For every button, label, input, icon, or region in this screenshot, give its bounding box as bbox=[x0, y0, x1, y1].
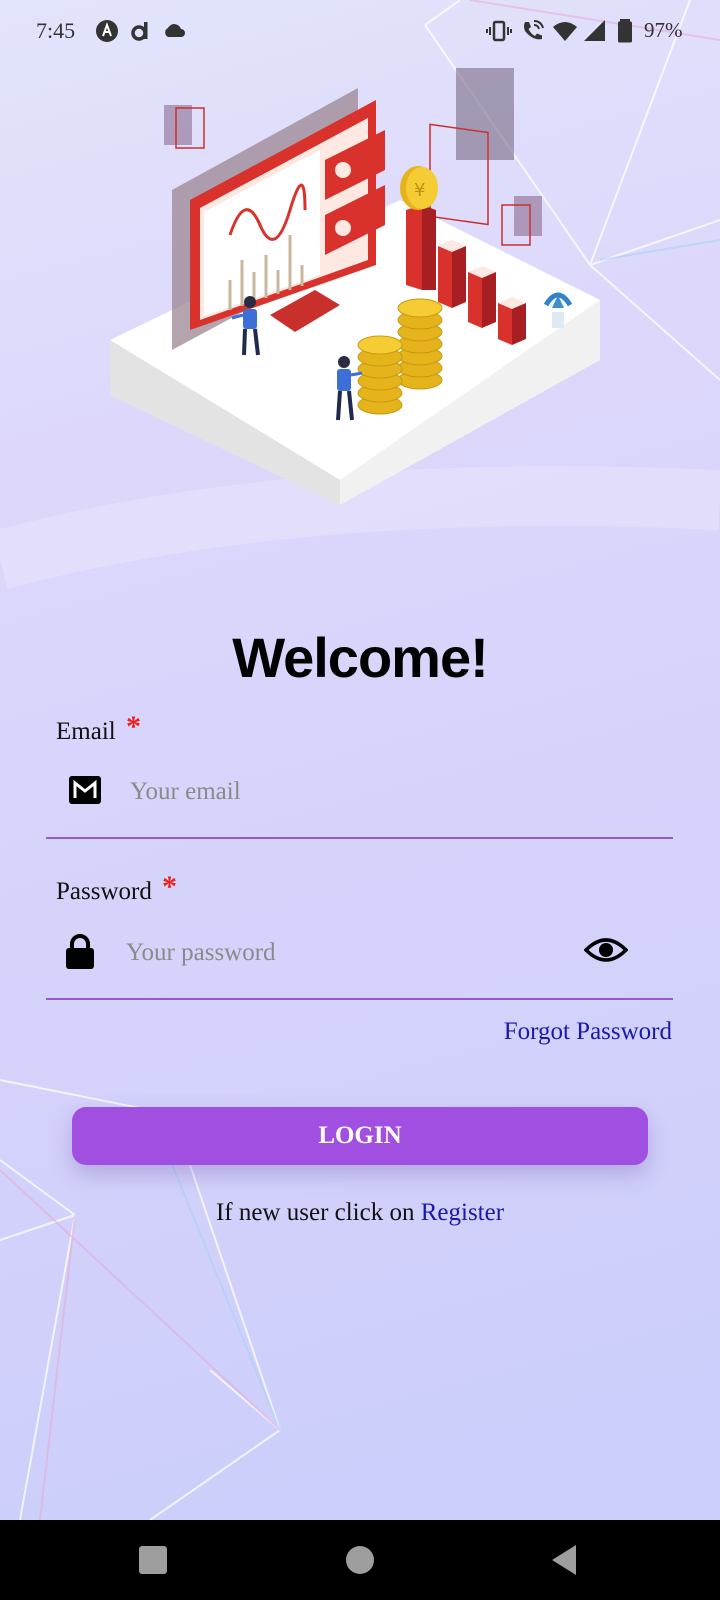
status-time: 7:45 bbox=[36, 18, 76, 43]
back-button[interactable] bbox=[546, 1540, 586, 1580]
password-label: Password bbox=[56, 878, 152, 905]
status-bar: 7:45 97% bbox=[0, 0, 720, 62]
battery-icon bbox=[618, 19, 632, 43]
lock-icon bbox=[66, 934, 94, 969]
signal-icon bbox=[584, 20, 605, 41]
assistant-icon bbox=[96, 20, 118, 42]
cloud-icon bbox=[165, 24, 185, 37]
home-button[interactable] bbox=[340, 1540, 380, 1580]
email-required-mark: * bbox=[126, 710, 141, 743]
gmail-icon bbox=[69, 776, 101, 804]
login-button[interactable]: LOGIN bbox=[72, 1107, 648, 1165]
navigation-bar bbox=[0, 1520, 720, 1600]
vibrate-icon bbox=[486, 20, 512, 42]
password-input[interactable] bbox=[126, 936, 566, 970]
recents-button[interactable] bbox=[133, 1540, 173, 1580]
password-field[interactable] bbox=[46, 908, 673, 1000]
wifi-icon bbox=[553, 22, 577, 41]
password-required-mark: * bbox=[162, 870, 177, 903]
register-prompt: If new user click on Register bbox=[0, 1199, 720, 1227]
email-field[interactable] bbox=[46, 747, 673, 839]
finance-dashboard-illustration: ¥ bbox=[110, 68, 600, 505]
wifi-calling-icon bbox=[524, 20, 544, 40]
forgot-password-link[interactable]: Forgot Password bbox=[504, 1018, 672, 1046]
email-input[interactable] bbox=[130, 775, 650, 809]
welcome-title: Welcome! bbox=[232, 626, 488, 689]
eye-icon[interactable] bbox=[584, 930, 628, 970]
register-link[interactable]: Register bbox=[421, 1199, 504, 1226]
svg-text:¥: ¥ bbox=[414, 180, 425, 201]
register-prefix: If new user click on bbox=[215, 1199, 421, 1226]
d-app-icon bbox=[131, 22, 148, 41]
battery-percent: 97% bbox=[644, 18, 683, 42]
email-label: Email bbox=[56, 718, 116, 745]
